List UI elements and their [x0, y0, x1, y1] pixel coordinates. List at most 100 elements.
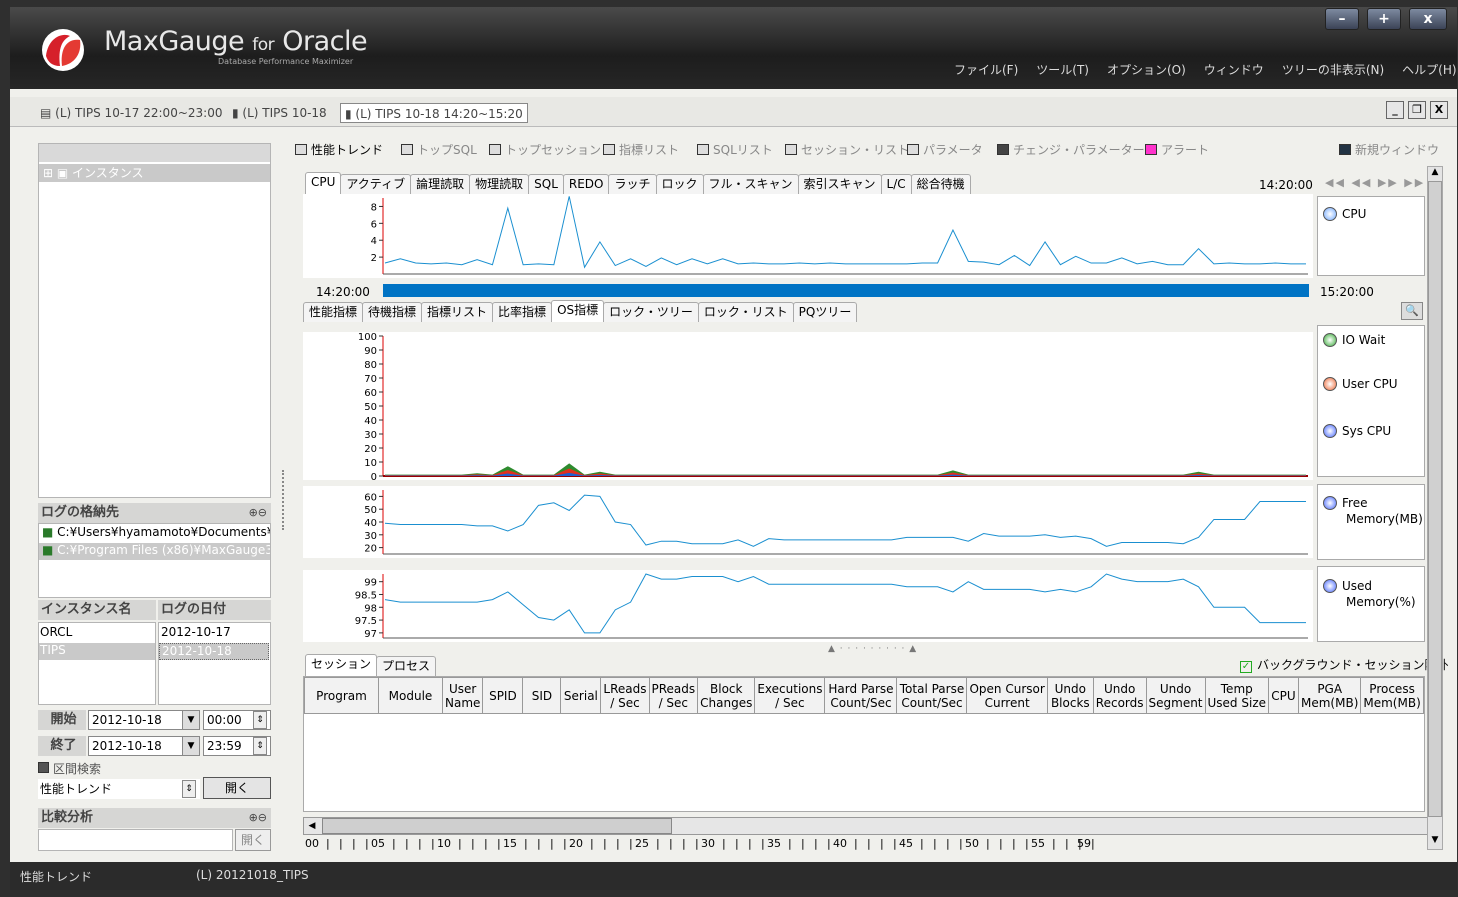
range-search-checkbox[interactable]: 区間検索 [38, 760, 101, 777]
column-header[interactable]: Module [378, 677, 443, 714]
minute-label[interactable]: 35 [767, 837, 781, 850]
playback-controls[interactable]: ◀◀ ◀◀ ▶▶ ▶▶ [1325, 176, 1425, 189]
column-header[interactable]: Program [304, 677, 379, 714]
minute-label[interactable]: 05 [371, 837, 385, 850]
free-memory-legend-item[interactable]: Free Memory(MB) [1323, 495, 1423, 527]
tab-metric-0[interactable]: 性能指標 [303, 302, 364, 322]
panel-splitter[interactable]: ▲ · · · · · · · · · ▲ [828, 644, 917, 654]
sys-cpu-legend-item[interactable]: Sys CPU [1323, 424, 1391, 438]
tb-change-parameter[interactable]: チェンジ・パラメーター [997, 140, 1145, 160]
compare-open-button[interactable]: 開く [235, 829, 271, 851]
tab-top-11[interactable]: 総合待機 [910, 174, 971, 194]
maximize-button[interactable]: + [1367, 8, 1401, 30]
io-wait-legend-item[interactable]: IO Wait [1323, 333, 1385, 347]
minute-label[interactable]: 25 [635, 837, 649, 850]
vscroll-thumb[interactable] [1428, 181, 1442, 817]
column-header[interactable]: Process Mem(MB) [1360, 677, 1424, 714]
column-header[interactable]: LReads / Sec [600, 677, 650, 714]
tab-metric-4[interactable]: OS指標 [551, 300, 605, 322]
user-cpu-legend-item[interactable]: User CPU [1323, 377, 1398, 391]
date-item[interactable]: 2012-10-18 [159, 643, 269, 660]
column-header[interactable]: Hard Parse Count/Sec [824, 677, 898, 714]
mdi-close-button[interactable]: X [1430, 101, 1448, 119]
tb-session-list[interactable]: セッション・リスト [785, 140, 909, 160]
menu-options[interactable]: オプション(O) [1098, 60, 1195, 80]
tab-metric-6[interactable]: ロック・リスト [697, 302, 794, 322]
scroll-up-icon[interactable]: ▲ [1428, 167, 1442, 181]
column-header[interactable]: Undo Records [1092, 677, 1147, 714]
column-header[interactable]: Total Parse Count/Sec [896, 677, 968, 714]
expand-collapse-icon[interactable]: ⊕⊖ [249, 503, 267, 523]
splitter-handle[interactable] [282, 470, 286, 530]
tab-top-4[interactable]: SQL [528, 174, 564, 194]
start-time-spinner[interactable]: ⇕ [253, 711, 267, 729]
column-header[interactable]: Executions / Sec [754, 677, 826, 714]
time-range-bar[interactable] [383, 284, 1309, 297]
tab-top-9[interactable]: 索引スキャン [797, 174, 882, 194]
column-header[interactable]: Undo Blocks [1046, 677, 1094, 714]
minute-label[interactable]: 30 [701, 837, 715, 850]
tab-top-6[interactable]: ラッチ [608, 174, 657, 194]
doc-tab-3[interactable]: ▮ (L) TIPS 10-18 14:20~15:20 [340, 103, 528, 123]
tab-metric-5[interactable]: ロック・ツリー [603, 302, 699, 322]
instance-item[interactable]: ORCL [40, 625, 72, 639]
new-window-button[interactable]: 新規ウィンドウ [1339, 140, 1439, 160]
tree-root-instances[interactable]: ⊞ ▣ インスタンス [39, 164, 270, 182]
tab-top-7[interactable]: ロック [655, 174, 704, 194]
close-button[interactable]: x [1409, 8, 1447, 30]
bg-session-checkbox[interactable]: ✓ バックグラウンド・セッション除外 [1240, 656, 1449, 673]
tab-top-5[interactable]: REDO [562, 174, 610, 194]
minute-label[interactable]: 20 [569, 837, 583, 850]
tab-metric-1[interactable]: 待機指標 [362, 302, 423, 322]
minute-label[interactable]: 40 [833, 837, 847, 850]
menu-file[interactable]: ファイル(F) [945, 60, 1027, 80]
tab-top-1[interactable]: アクティブ [340, 174, 412, 194]
end-time-spinner[interactable]: ⇕ [253, 737, 267, 755]
tb-sql-list[interactable]: SQLリスト [697, 140, 773, 160]
tb-top-session[interactable]: トップセッション [489, 140, 601, 160]
tab-top-8[interactable]: フル・スキャン [702, 174, 799, 194]
scroll-left-icon[interactable]: ◀ [304, 818, 320, 834]
tab-metric-3[interactable]: 比率指標 [492, 302, 553, 322]
chevron-down-icon[interactable]: ▼ [182, 737, 199, 755]
expand-collapse-icon[interactable]: ⊕⊖ [249, 808, 267, 828]
scroll-down-icon[interactable]: ▼ [1428, 835, 1442, 849]
tb-top-sql[interactable]: トップSQL [401, 140, 477, 160]
column-header[interactable]: SPID [482, 677, 524, 714]
column-header[interactable]: Serial [560, 677, 602, 714]
menu-window[interactable]: ウィンドウ [1195, 60, 1273, 80]
mode-spinner[interactable]: ⇕ [182, 780, 196, 798]
mdi-restore-button[interactable]: ❐ [1408, 101, 1426, 119]
log-path-item[interactable]: ■ C:¥Users¥hyamamoto¥Documents¥M... [42, 525, 270, 542]
tab-top-3[interactable]: 物理読取 [469, 174, 530, 194]
mdi-minimize-button[interactable]: _ [1386, 101, 1404, 119]
minute-label[interactable]: 15 [503, 837, 517, 850]
menu-help[interactable]: ヘルプ(H) [1393, 60, 1458, 80]
instance-item[interactable]: TIPS [39, 643, 155, 660]
menu-hide-tree[interactable]: ツリーの非表示(N) [1273, 60, 1393, 80]
tab-session[interactable]: セッション [305, 654, 378, 676]
menu-tools[interactable]: ツール(T) [1027, 60, 1098, 80]
minute-label[interactable]: 55 [1031, 837, 1045, 850]
tb-alert[interactable]: アラート [1145, 140, 1209, 160]
mode-select[interactable]: 性能トレンド [38, 779, 200, 799]
tab-top-10[interactable]: L/C [880, 174, 912, 194]
doc-tab-2[interactable]: ▮ (L) TIPS 10-18 [232, 103, 327, 123]
column-header[interactable]: PGA Mem(MB) [1297, 677, 1362, 714]
log-path-item[interactable]: ■ C:¥Program Files (x86)¥MaxGauge3¥l... [39, 543, 270, 560]
tb-metric-list[interactable]: 指標リスト [603, 140, 679, 160]
tab-top-2[interactable]: 論理読取 [410, 174, 471, 194]
tb-perf-trend[interactable]: 性能トレンド [295, 140, 383, 160]
date-item[interactable]: 2012-10-17 [161, 625, 231, 639]
column-header[interactable]: CPU [1268, 677, 1299, 714]
minute-label[interactable]: 50 [965, 837, 979, 850]
open-button[interactable]: 開く [203, 777, 271, 799]
column-header[interactable]: User Name [441, 677, 484, 714]
tb-parameter[interactable]: パラメータ [907, 140, 983, 160]
minute-label[interactable]: 10 [437, 837, 451, 850]
cpu-legend-item[interactable]: CPU [1323, 207, 1366, 221]
tab-metric-7[interactable]: PQツリー [792, 302, 858, 322]
column-header[interactable]: Undo Segment [1145, 677, 1206, 714]
used-memory-legend-item[interactable]: Used Memory(%) [1323, 578, 1416, 610]
zoom-icon[interactable]: 🔍 [1401, 302, 1423, 320]
